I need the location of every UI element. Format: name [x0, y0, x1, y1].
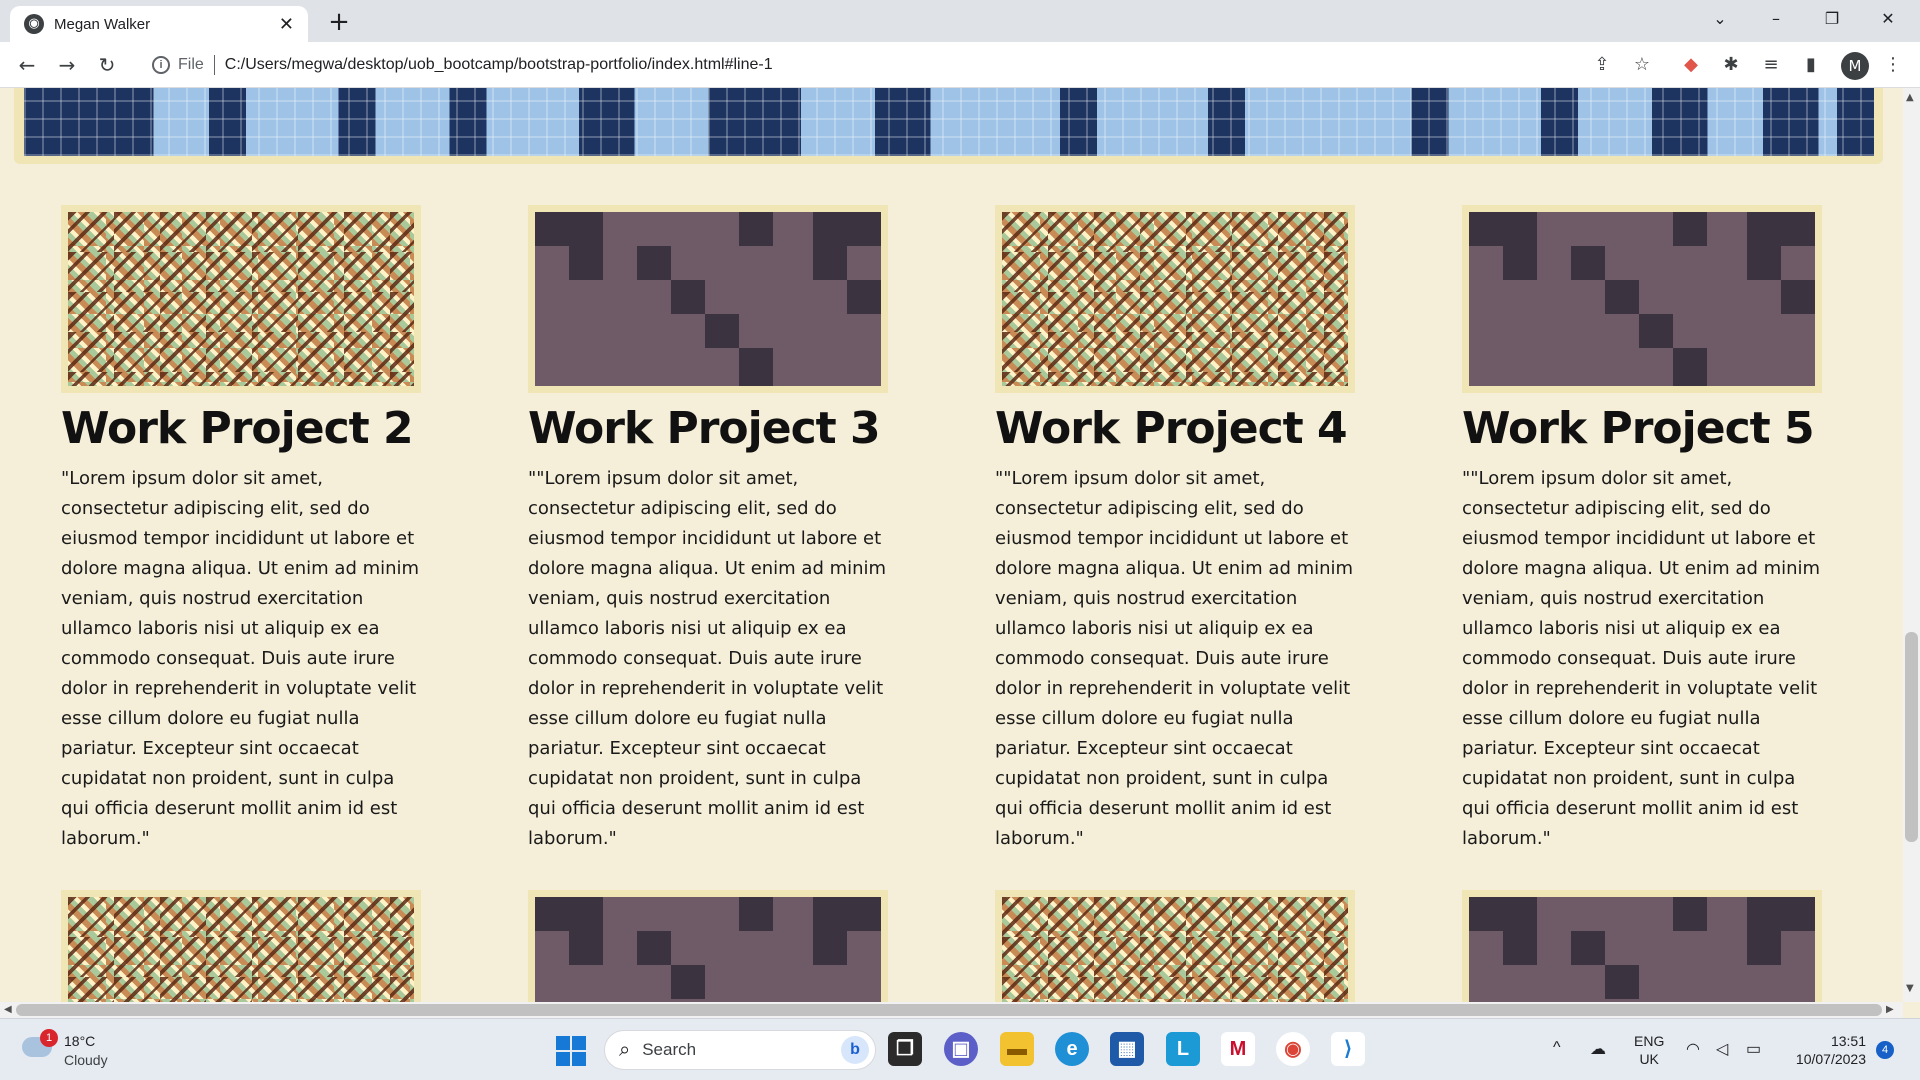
edge-icon[interactable]: e: [1055, 1032, 1089, 1066]
store-icon[interactable]: ▦: [1110, 1032, 1144, 1066]
reload-icon[interactable]: ↻: [90, 48, 124, 82]
project-image: [535, 212, 881, 386]
project-title: Work Project 2: [61, 403, 414, 454]
scroll-up-arrow-icon[interactable]: ▲: [1906, 92, 1914, 103]
browser-toolbar: ← → ↻ i File C:/Users/megwa/desktop/uob_…: [0, 42, 1920, 88]
page-viewport: Work Project 2 "Lorem ipsum dolor sit am…: [0, 88, 1903, 1002]
taskbar-search[interactable]: ⌕ Search b: [604, 1030, 876, 1070]
url-separator: [213, 55, 215, 75]
extensions-puzzle-icon[interactable]: ✱: [1718, 52, 1744, 78]
language-indicator[interactable]: ENG UK: [1634, 1032, 1664, 1068]
scroll-left-arrow-icon[interactable]: ◀: [4, 1004, 12, 1015]
hero-banner-image: [24, 88, 1874, 156]
tab-search-icon[interactable]: ⌄: [1692, 0, 1748, 38]
vertical-scroll-thumb[interactable]: [1905, 632, 1918, 842]
weather-alert-badge: 1: [40, 1029, 58, 1047]
extension-icon[interactable]: ◆: [1678, 52, 1704, 78]
windows-taskbar: 1 18°C Cloudy ⌕ Search b ❐ ▣ ▬ e ▦ L M ◉…: [0, 1018, 1920, 1080]
task-view-icon[interactable]: ❐: [888, 1032, 922, 1066]
tray-overflow-icon[interactable]: ^: [1553, 1039, 1561, 1057]
restore-icon[interactable]: ❐: [1804, 0, 1860, 38]
clock-date: 10/07/2023: [1795, 1051, 1866, 1067]
battery-icon[interactable]: ▭: [1746, 1039, 1761, 1059]
project-thumbnail[interactable]: [1462, 205, 1822, 393]
project-thumbnail[interactable]: [61, 205, 421, 393]
project-thumbnail[interactable]: [61, 890, 421, 1002]
onedrive-icon[interactable]: ☁: [1590, 1039, 1606, 1059]
tab-close-icon[interactable]: ✕: [279, 14, 294, 35]
project-description: "Lorem ipsum dolor sit amet, consectetur…: [61, 468, 420, 849]
share-icon[interactable]: ⇪: [1589, 52, 1615, 78]
horizontal-scroll-thumb[interactable]: [16, 1004, 1882, 1016]
project-thumbnail[interactable]: [528, 890, 888, 1002]
project-thumbnail[interactable]: [528, 205, 888, 393]
media-queue-icon[interactable]: ≡: [1758, 52, 1784, 78]
menu-kebab-icon[interactable]: ⋮: [1880, 52, 1906, 78]
project-card: Work Project 5 ""Lorem ipsum dolor sit a…: [1462, 205, 1832, 854]
language-code: ENG: [1634, 1033, 1665, 1049]
vertical-scrollbar[interactable]: [1903, 88, 1920, 1002]
clock-time: 13:51: [1830, 1033, 1866, 1049]
info-icon[interactable]: i: [152, 56, 170, 74]
system-clock[interactable]: 13:51 10/07/2023: [1786, 1032, 1866, 1068]
weather-condition: Cloudy: [64, 1052, 108, 1068]
search-icon: ⌕: [619, 1038, 631, 1061]
project-card: Work Project 3 ""Lorem ipsum dolor sit a…: [528, 205, 898, 854]
vscode-icon[interactable]: ⟩: [1331, 1032, 1365, 1066]
project-thumbnail[interactable]: [1462, 890, 1822, 1002]
tab-strip: ◉ Megan Walker ✕ + ⌄ – ❐ ✕: [0, 0, 1920, 42]
side-panel-icon[interactable]: ▮: [1798, 52, 1824, 78]
project-card: Work Project 2 "Lorem ipsum dolor sit am…: [61, 205, 431, 854]
teams-chat-icon[interactable]: ▣: [944, 1032, 978, 1066]
globe-icon: ◉: [24, 14, 44, 34]
forward-icon[interactable]: →: [50, 48, 84, 82]
scroll-right-arrow-icon[interactable]: ▶: [1886, 1004, 1894, 1015]
project-description: ""Lorem ipsum dolor sit amet, consectetu…: [528, 468, 887, 849]
search-placeholder: Search: [642, 1040, 697, 1059]
chrome-icon[interactable]: ◉: [1276, 1032, 1310, 1066]
project-card: [995, 890, 1365, 1002]
project-image: [1002, 212, 1348, 386]
project-thumbnail[interactable]: [995, 205, 1355, 393]
url-text[interactable]: C:/Users/megwa/desktop/uob_bootcamp/boot…: [225, 56, 773, 74]
address-bar[interactable]: i File C:/Users/megwa/desktop/uob_bootca…: [140, 48, 1665, 82]
project-card: Work Project 4 ""Lorem ipsum dolor sit a…: [995, 205, 1365, 854]
project-image: [68, 897, 414, 1002]
project-image: [68, 212, 414, 386]
project-image: [535, 897, 881, 1002]
browser-tab[interactable]: ◉ Megan Walker ✕: [10, 6, 308, 42]
start-button[interactable]: [556, 1036, 586, 1066]
scroll-down-arrow-icon[interactable]: ▼: [1906, 983, 1914, 994]
project-image: [1002, 897, 1348, 1002]
close-window-icon[interactable]: ✕: [1860, 0, 1916, 38]
hero-banner-frame: [14, 88, 1883, 164]
project-image: [1469, 212, 1815, 386]
project-description: ""Lorem ipsum dolor sit amet, consectetu…: [1462, 468, 1821, 849]
profile-avatar[interactable]: M: [1841, 52, 1869, 80]
project-card: [1462, 890, 1832, 1002]
mcafee-icon[interactable]: M: [1221, 1032, 1255, 1066]
notification-badge[interactable]: 4: [1876, 1041, 1894, 1059]
back-icon[interactable]: ←: [10, 48, 44, 82]
new-tab-button[interactable]: +: [322, 6, 356, 40]
language-region: UK: [1639, 1051, 1659, 1067]
weather-temperature: 18°C: [64, 1033, 96, 1049]
url-scheme-label: File: [178, 56, 204, 73]
wifi-icon[interactable]: ◠: [1686, 1039, 1700, 1059]
project-card: [528, 890, 898, 1002]
minimize-icon[interactable]: –: [1748, 0, 1804, 38]
project-image: [1469, 897, 1815, 1002]
l-app-icon[interactable]: L: [1166, 1032, 1200, 1066]
bookmark-star-icon[interactable]: ☆: [1629, 52, 1655, 78]
project-title: Work Project 4: [995, 403, 1348, 454]
tab-title: Megan Walker: [54, 15, 151, 33]
project-card: [61, 890, 431, 1002]
project-description: ""Lorem ipsum dolor sit amet, consectetu…: [995, 468, 1354, 849]
file-explorer-icon[interactable]: ▬: [1000, 1032, 1034, 1066]
project-thumbnail[interactable]: [995, 890, 1355, 1002]
project-title: Work Project 3: [528, 403, 881, 454]
bing-icon[interactable]: b: [841, 1036, 869, 1064]
project-title: Work Project 5: [1462, 403, 1815, 454]
volume-icon[interactable]: ◁: [1716, 1039, 1728, 1059]
